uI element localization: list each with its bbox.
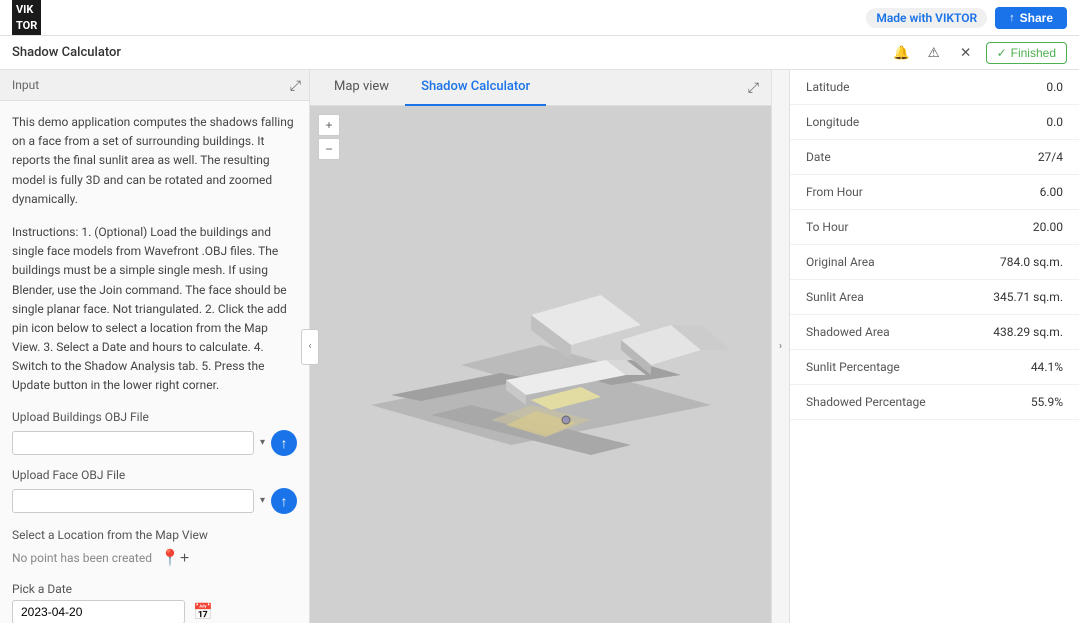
face-file-select[interactable]	[12, 489, 254, 513]
calendar-button[interactable]: 📅	[193, 602, 213, 622]
main-layout: Input ⤢ This demo application computes t…	[0, 70, 1079, 623]
result-row: Longitude 0.0	[790, 105, 1079, 140]
logo: VIKTOR	[12, 0, 45, 35]
result-row: Shadowed Area 438.29 sq.m.	[790, 315, 1079, 350]
left-panel: Input ⤢ This demo application computes t…	[0, 70, 310, 623]
top-nav: VIKTOR Made with VIKTOR ↑ Share	[0, 0, 1079, 36]
collapse-right-button[interactable]: ›	[771, 70, 789, 623]
tabs-bar: Map view Shadow Calculator ⤢	[310, 70, 771, 106]
sub-nav-icons: 🔔 ⚠ ✕ ✓ Finished	[890, 41, 1067, 65]
description-text: This demo application computes the shado…	[12, 113, 297, 209]
finished-button[interactable]: ✓ Finished	[986, 42, 1067, 64]
logo-box: VIKTOR	[12, 0, 41, 35]
upload-icon: ↑	[281, 435, 288, 451]
result-row: Latitude 0.0	[790, 70, 1079, 105]
result-row: Date 27/4	[790, 140, 1079, 175]
result-label: Shadowed Percentage	[806, 395, 926, 409]
bell-icon-button[interactable]: 🔔	[890, 41, 914, 65]
result-value: 0.0	[1046, 115, 1063, 129]
center-panel: Map view Shadow Calculator ⤢ + −	[310, 70, 771, 623]
dropdown-arrow-face-icon: ▾	[260, 495, 265, 506]
instructions-text: Instructions: 1. (Optional) Load the bui…	[12, 223, 297, 396]
expand-view-icon[interactable]: ⤢	[744, 76, 763, 100]
result-row: From Hour 6.00	[790, 175, 1079, 210]
result-value: 6.00	[1040, 185, 1063, 199]
tab-map-view[interactable]: Map view	[318, 70, 405, 106]
result-value: 345.71 sq.m.	[993, 290, 1063, 304]
collapse-panel-button[interactable]: ‹	[301, 329, 319, 365]
location-label: Select a Location from the Map View	[12, 528, 297, 542]
sub-nav: Shadow Calculator 🔔 ⚠ ✕ ✓ Finished	[0, 36, 1079, 70]
upload-face-icon: ↑	[281, 493, 288, 509]
expand-icon[interactable]: ⤢	[290, 78, 301, 94]
result-value: 438.29 sq.m.	[993, 325, 1063, 339]
result-value: 784.0 sq.m.	[1000, 255, 1063, 269]
result-label: Sunlit Percentage	[806, 360, 900, 374]
result-label: From Hour	[806, 185, 863, 199]
result-row: Original Area 784.0 sq.m.	[790, 245, 1079, 280]
result-row: Shadowed Percentage 55.9%	[790, 385, 1079, 420]
app-title: Shadow Calculator	[12, 45, 121, 60]
panel-header: Input ⤢	[0, 70, 309, 101]
map-view-area[interactable]: + −	[310, 106, 771, 623]
date-input[interactable]	[12, 600, 185, 623]
map-nav: + −	[318, 114, 340, 160]
date-label: Pick a Date	[12, 582, 297, 596]
warning-icon-button[interactable]: ⚠	[922, 41, 946, 65]
result-row: To Hour 20.00	[790, 210, 1079, 245]
right-panel: Latitude 0.0 Longitude 0.0 Date 27/4 Fro…	[789, 70, 1079, 623]
nav-right: Made with VIKTOR ↑ Share	[866, 7, 1067, 29]
upload-face-row: ▾ ↑	[12, 488, 297, 514]
no-point-text: No point has been created	[12, 551, 152, 565]
scene-svg	[331, 205, 751, 525]
share-icon: ↑	[1009, 12, 1015, 24]
upload-face-button[interactable]: ↑	[271, 488, 297, 514]
tab-shadow-calculator[interactable]: Shadow Calculator	[405, 70, 546, 106]
results-content: Latitude 0.0 Longitude 0.0 Date 27/4 Fro…	[790, 70, 1079, 623]
buildings-file-select[interactable]	[12, 431, 254, 455]
result-row: Sunlit Area 345.71 sq.m.	[790, 280, 1079, 315]
made-with-badge: Made with VIKTOR	[866, 8, 987, 28]
result-row: Sunlit Percentage 44.1%	[790, 350, 1079, 385]
result-label: To Hour	[806, 220, 849, 234]
result-label: Date	[806, 150, 831, 164]
share-button[interactable]: ↑ Share	[995, 7, 1067, 29]
upload-buildings-row: ▾ ↑	[12, 430, 297, 456]
result-label: Sunlit Area	[806, 290, 864, 304]
panel-content: This demo application computes the shado…	[0, 101, 309, 623]
result-value: 0.0	[1046, 80, 1063, 94]
upload-face-label: Upload Face OBJ File	[12, 468, 297, 482]
no-point-row: No point has been created 📍+	[12, 548, 297, 568]
result-value: 20.00	[1033, 220, 1063, 234]
result-label: Original Area	[806, 255, 875, 269]
add-pin-button[interactable]: 📍+	[160, 548, 189, 568]
result-value: 55.9%	[1031, 395, 1063, 409]
result-label: Latitude	[806, 80, 850, 94]
zoom-in-button[interactable]: +	[318, 114, 340, 136]
close-icon-button[interactable]: ✕	[954, 41, 978, 65]
result-value: 44.1%	[1031, 360, 1063, 374]
result-label: Longitude	[806, 115, 859, 129]
result-value: 27/4	[1038, 150, 1063, 164]
upload-buildings-button[interactable]: ↑	[271, 430, 297, 456]
result-label: Shadowed Area	[806, 325, 890, 339]
dropdown-arrow-icon: ▾	[260, 437, 265, 448]
date-row: 📅	[12, 600, 297, 623]
upload-buildings-label: Upload Buildings OBJ File	[12, 410, 297, 424]
zoom-out-button[interactable]: −	[318, 138, 340, 160]
checkmark-icon: ✓	[997, 46, 1007, 60]
